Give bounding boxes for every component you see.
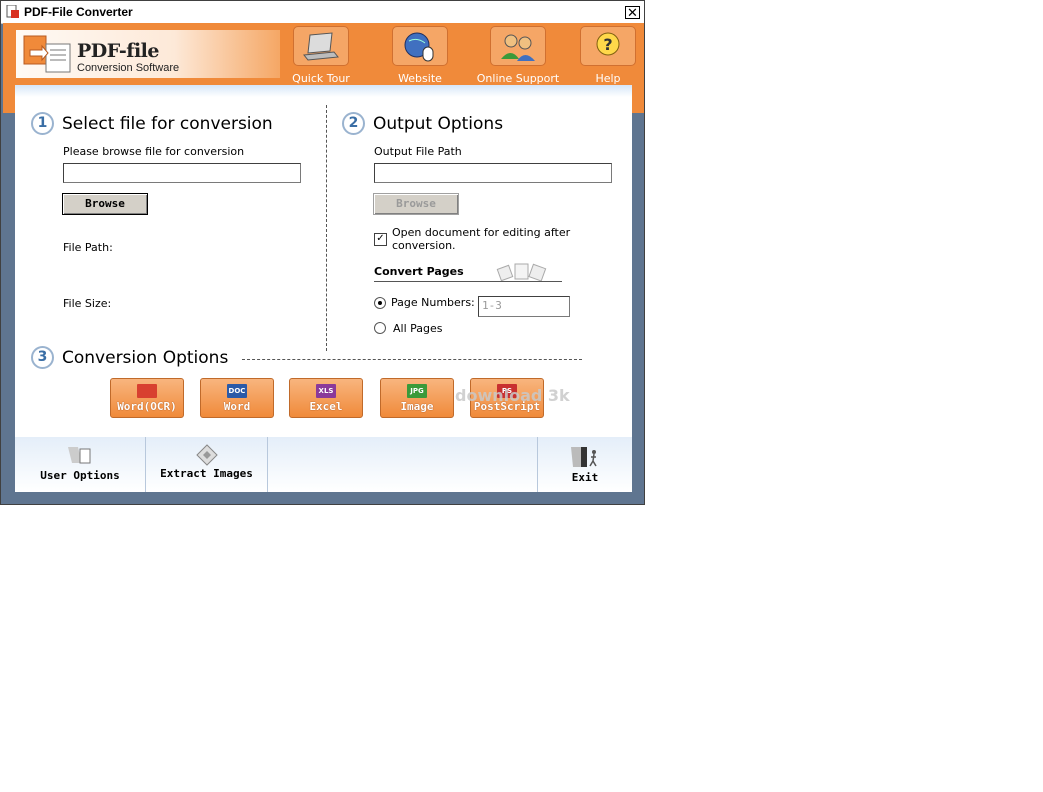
- quick-tour-button[interactable]: Quick Tour: [287, 26, 355, 85]
- all-pages-radio[interactable]: [374, 322, 386, 334]
- svg-text:?: ?: [603, 35, 612, 54]
- exit-label: Exit: [571, 471, 599, 484]
- extract-images-icon: [195, 444, 218, 466]
- convert-pages-underline: [374, 281, 562, 282]
- all-pages-label: All Pages: [393, 322, 443, 335]
- word-label: Word: [223, 400, 251, 413]
- header-banner: PDF-file Conversion Software Quick Tour …: [3, 23, 644, 85]
- globe-mouse-icon: [392, 26, 448, 66]
- logo-documents-icon: [23, 35, 71, 73]
- column-divider: [326, 105, 327, 351]
- source-file-input[interactable]: [63, 163, 301, 183]
- open-document-label: Open document for editing after conversi…: [392, 226, 570, 252]
- open-document-label-line1: Open document for editing after: [392, 226, 571, 239]
- bottom-separator-2: [267, 437, 268, 492]
- output-path-label: Output File Path: [374, 145, 462, 158]
- user-options-label: User Options: [40, 469, 120, 482]
- window-title: PDF-File Converter: [24, 5, 133, 19]
- step-1-badge: 1: [31, 112, 54, 135]
- page-numbers-input[interactable]: 1-3: [478, 296, 570, 317]
- logo-subtitle: Conversion Software: [77, 62, 180, 74]
- bottom-toolbar: User Options Extract Images Exit: [15, 437, 632, 492]
- header-gradient: [15, 85, 632, 97]
- help-label: Help: [595, 72, 621, 85]
- side-accent-right: [632, 85, 644, 113]
- website-label: Website: [398, 72, 442, 85]
- jpg-icon: JPG: [407, 384, 427, 398]
- extract-images-button[interactable]: Extract Images: [146, 437, 267, 492]
- watermark: download 3k: [455, 386, 570, 405]
- pages-icon: [496, 263, 547, 281]
- app-window: PDF-File Converter ✕ PDF-file Conversion…: [0, 0, 645, 505]
- page-numbers-label: Page Numbers:: [391, 296, 475, 309]
- word-button[interactable]: DOC Word: [200, 378, 274, 418]
- open-document-label-line2: conversion.: [392, 239, 456, 252]
- step-3-heading: Conversion Options: [62, 348, 229, 368]
- word-ocr-icon: [137, 384, 157, 398]
- word-ocr-button[interactable]: Word(OCR): [110, 378, 184, 418]
- step-1-heading: Select file for conversion: [62, 114, 273, 134]
- step-2-badge: 2: [342, 112, 365, 135]
- step-2-heading: Output Options: [373, 114, 504, 134]
- doc-icon: DOC: [227, 384, 247, 398]
- help-question-icon: ?: [580, 26, 636, 66]
- word-ocr-label: Word(OCR): [117, 400, 177, 413]
- file-size-label: File Size:: [63, 297, 112, 310]
- help-button[interactable]: ? Help: [575, 26, 641, 85]
- excel-button[interactable]: XLS Excel: [289, 378, 363, 418]
- online-support-button[interactable]: Online Support: [473, 26, 563, 85]
- online-support-label: Online Support: [476, 72, 560, 85]
- step-3-divider: [242, 359, 582, 360]
- image-label: Image: [400, 400, 434, 413]
- extract-images-label: Extract Images: [160, 467, 253, 480]
- file-path-label: File Path:: [63, 241, 113, 254]
- pdf-app-icon: [6, 5, 19, 18]
- step-3-badge: 3: [31, 346, 54, 369]
- title-bar: PDF-File Converter ✕: [1, 1, 644, 24]
- browse-file-label: Please browse file for conversion: [63, 145, 245, 158]
- user-options-icon: [68, 447, 91, 464]
- browse-output-button[interactable]: Browse: [373, 193, 459, 215]
- convert-pages-label: Convert Pages: [374, 265, 464, 278]
- logo: PDF-file Conversion Software: [16, 30, 280, 78]
- side-accent-left: [3, 85, 15, 113]
- website-button[interactable]: Website: [386, 26, 454, 85]
- close-button[interactable]: ✕: [625, 6, 640, 19]
- xls-icon: XLS: [316, 384, 336, 398]
- logo-title: PDF-file: [77, 40, 159, 62]
- open-document-checkbox[interactable]: ✓: [374, 233, 387, 246]
- exit-door-icon: [571, 447, 597, 467]
- user-options-button[interactable]: User Options: [15, 437, 145, 492]
- image-button[interactable]: JPG Image: [380, 378, 454, 418]
- laptop-icon: [293, 26, 349, 66]
- exit-button[interactable]: Exit: [538, 437, 632, 492]
- excel-label: Excel: [309, 400, 343, 413]
- support-people-icon: [490, 26, 546, 66]
- page-numbers-radio[interactable]: [374, 297, 386, 309]
- quick-tour-label: Quick Tour: [292, 72, 350, 85]
- output-path-input[interactable]: [374, 163, 612, 183]
- browse-source-button[interactable]: Browse: [62, 193, 148, 215]
